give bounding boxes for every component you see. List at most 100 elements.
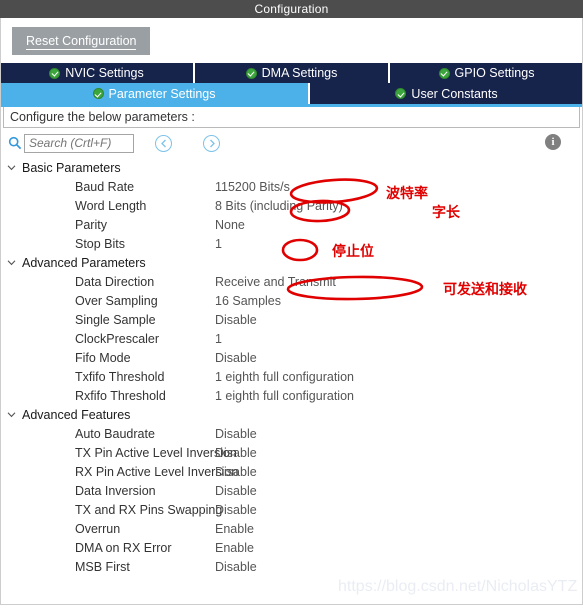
tab-label: NVIC Settings (65, 66, 144, 80)
param-label: ClockPrescaler (75, 331, 160, 346)
param-row[interactable]: TX Pin Active Level Inversion Disable (0, 443, 583, 462)
param-label: TX Pin Active Level Inversion (75, 445, 237, 460)
param-label: DMA on RX Error (75, 540, 172, 555)
param-row[interactable]: Rxfifo Threshold 1 eighth full configurat… (0, 386, 583, 405)
param-label: Parity (75, 217, 107, 232)
param-value[interactable]: 115200 Bits/s (215, 180, 290, 194)
param-label: TX and RX Pins Swapping (75, 502, 223, 517)
watermark: https://blog.csdn.net/NicholasYTZ (338, 578, 578, 595)
param-row[interactable]: Overrun Enable (0, 519, 583, 538)
param-value[interactable]: Receive and Transmit (215, 275, 336, 289)
param-value[interactable]: 1 (215, 237, 222, 251)
tab-label: DMA Settings (261, 66, 338, 80)
param-label: Data Inversion (75, 483, 156, 498)
navigate-back-button[interactable] (155, 134, 172, 152)
chevron-down-icon (6, 162, 17, 173)
param-value[interactable]: Disable (215, 484, 257, 498)
param-label: Baud Rate (75, 179, 135, 194)
check-circle-icon (438, 67, 450, 79)
param-group-label: Advanced Parameters (22, 255, 146, 270)
param-value[interactable]: Disable (215, 465, 257, 479)
search-input[interactable] (24, 133, 134, 153)
check-circle-icon (49, 67, 61, 79)
param-label: RX Pin Active Level Inversion (75, 464, 239, 479)
reset-configuration-button[interactable]: Reset Configuration (12, 26, 151, 55)
param-group-advanced-features[interactable]: Advanced Features (0, 405, 583, 424)
window-title-bar: Configuration (0, 0, 583, 18)
param-group-label: Advanced Features (22, 407, 131, 422)
param-row[interactable]: MSB First Disable (0, 557, 583, 576)
param-row[interactable]: Auto Baudrate Disable (0, 424, 583, 443)
tab-row-secondary: Parameter Settings User Constants (0, 83, 583, 104)
param-row[interactable]: Data Direction Receive and Transmit (0, 272, 583, 291)
param-label: Single Sample (75, 312, 156, 327)
chevron-down-icon (6, 257, 17, 268)
configure-instruction-bar: Configure the below parameters : (3, 107, 580, 128)
param-group-advanced-parameters[interactable]: Advanced Parameters (0, 253, 583, 272)
param-row[interactable]: TX and RX Pins Swapping Disable (0, 500, 583, 519)
param-row[interactable]: Over Sampling 16 Samples (0, 291, 583, 310)
parameter-list: Basic Parameters Baud Rate 115200 Bits/s Wo… (0, 158, 583, 576)
chevron-right-icon (209, 139, 215, 147)
chevron-left-icon (160, 139, 166, 147)
param-label: Txfifo Threshold (75, 369, 165, 384)
param-label: Rxfifo Threshold (75, 388, 166, 403)
param-label: Data Direction (75, 274, 155, 289)
param-value[interactable]: Enable (215, 522, 254, 536)
check-circle-icon (395, 88, 407, 99)
param-value[interactable]: 8 Bits (including Parity) (215, 199, 343, 213)
param-value[interactable]: Disable (215, 503, 257, 517)
param-label: Fifo Mode (75, 350, 131, 365)
param-label: Stop Bits (75, 236, 126, 251)
toolbar: Reset Configuration (0, 18, 583, 63)
param-row[interactable]: Parity None (0, 215, 583, 234)
param-value[interactable]: 16 Samples (215, 294, 281, 308)
param-label: Word Length (75, 198, 147, 213)
navigate-forward-button[interactable] (203, 134, 220, 152)
param-value[interactable]: 1 eighth full configuration (215, 389, 354, 403)
param-label: Over Sampling (75, 293, 158, 308)
tab-label: GPIO Settings (454, 66, 535, 80)
param-value[interactable]: Enable (215, 541, 254, 555)
tab-label: Parameter Settings (108, 86, 216, 101)
param-value[interactable]: Disable (215, 560, 257, 574)
tab-nvic-settings[interactable]: NVIC Settings (0, 63, 195, 83)
check-circle-icon (92, 88, 104, 99)
search-row: i (0, 128, 583, 158)
param-row[interactable]: Single Sample Disable (0, 310, 583, 329)
configure-instruction-text: Configure the below parameters : (10, 110, 195, 124)
param-value[interactable]: 1 eighth full configuration (215, 370, 354, 384)
tab-dma-settings[interactable]: DMA Settings (195, 63, 390, 83)
info-icon[interactable]: i (545, 134, 561, 150)
tab-gpio-settings[interactable]: GPIO Settings (390, 63, 583, 83)
tab-parameter-settings[interactable]: Parameter Settings (0, 83, 310, 104)
param-row[interactable]: Stop Bits 1 (0, 234, 583, 253)
reset-configuration-label: Reset Configuration (26, 33, 137, 50)
check-circle-icon (245, 67, 257, 79)
param-row[interactable]: Txfifo Threshold 1 eighth full configurat… (0, 367, 583, 386)
search-icon (8, 136, 22, 150)
tab-user-constants[interactable]: User Constants (310, 83, 583, 104)
param-value[interactable]: Disable (215, 351, 257, 365)
param-value[interactable]: Disable (215, 427, 257, 441)
tab-row-primary: NVIC Settings DMA Settings GPIO Settings (0, 63, 583, 83)
param-row[interactable]: Fifo Mode Disable (0, 348, 583, 367)
param-row[interactable]: Baud Rate 115200 Bits/s (0, 177, 583, 196)
param-group-label: Basic Parameters (22, 160, 121, 175)
param-group-basic-parameters[interactable]: Basic Parameters (0, 158, 583, 177)
param-value[interactable]: Disable (215, 446, 257, 460)
param-row[interactable]: ClockPrescaler 1 (0, 329, 583, 348)
param-value[interactable]: None (215, 218, 245, 232)
param-row[interactable]: DMA on RX Error Enable (0, 538, 583, 557)
param-value[interactable]: 1 (215, 332, 222, 346)
param-row[interactable]: Word Length 8 Bits (including Parity) (0, 196, 583, 215)
param-label: Auto Baudrate (75, 426, 155, 441)
param-row[interactable]: Data Inversion Disable (0, 481, 583, 500)
param-label: Overrun (75, 521, 121, 536)
window-title: Configuration (254, 2, 329, 16)
tab-label: User Constants (411, 86, 498, 101)
param-row[interactable]: RX Pin Active Level Inversion Disable (0, 462, 583, 481)
param-value[interactable]: Disable (215, 313, 257, 327)
chevron-down-icon (6, 409, 17, 420)
param-label: MSB First (75, 559, 130, 574)
